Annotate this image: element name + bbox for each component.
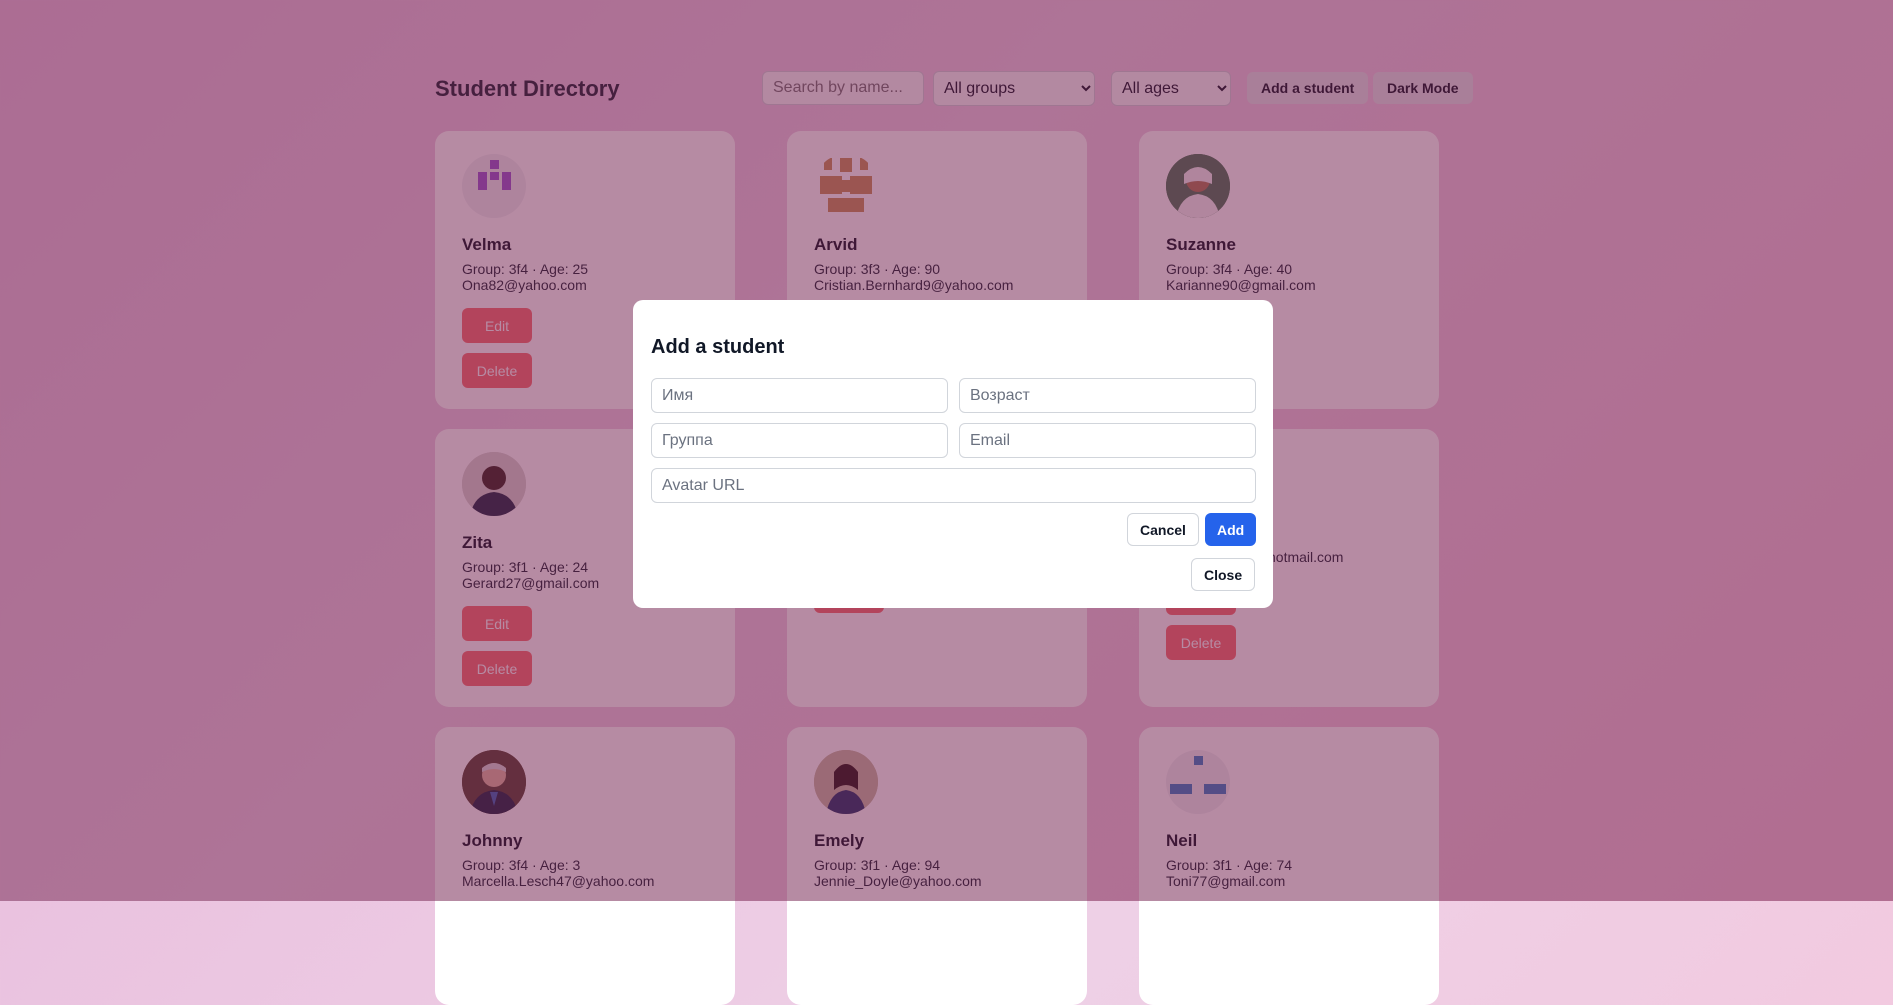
name-field[interactable] (651, 378, 948, 413)
age-field[interactable] (959, 378, 1256, 413)
group-field[interactable] (651, 423, 948, 458)
avatar-url-field[interactable] (651, 468, 1256, 503)
add-student-dialog: Add a student Cancel Add Close (633, 300, 1273, 608)
student-directory-page: Student Directory All groups All ages Ad… (0, 0, 1893, 1005)
add-button[interactable]: Add (1205, 513, 1256, 546)
close-button[interactable]: Close (1191, 558, 1256, 591)
email-field[interactable] (959, 423, 1256, 458)
cancel-button[interactable]: Cancel (1127, 513, 1199, 546)
dialog-title: Add a student (651, 336, 785, 358)
